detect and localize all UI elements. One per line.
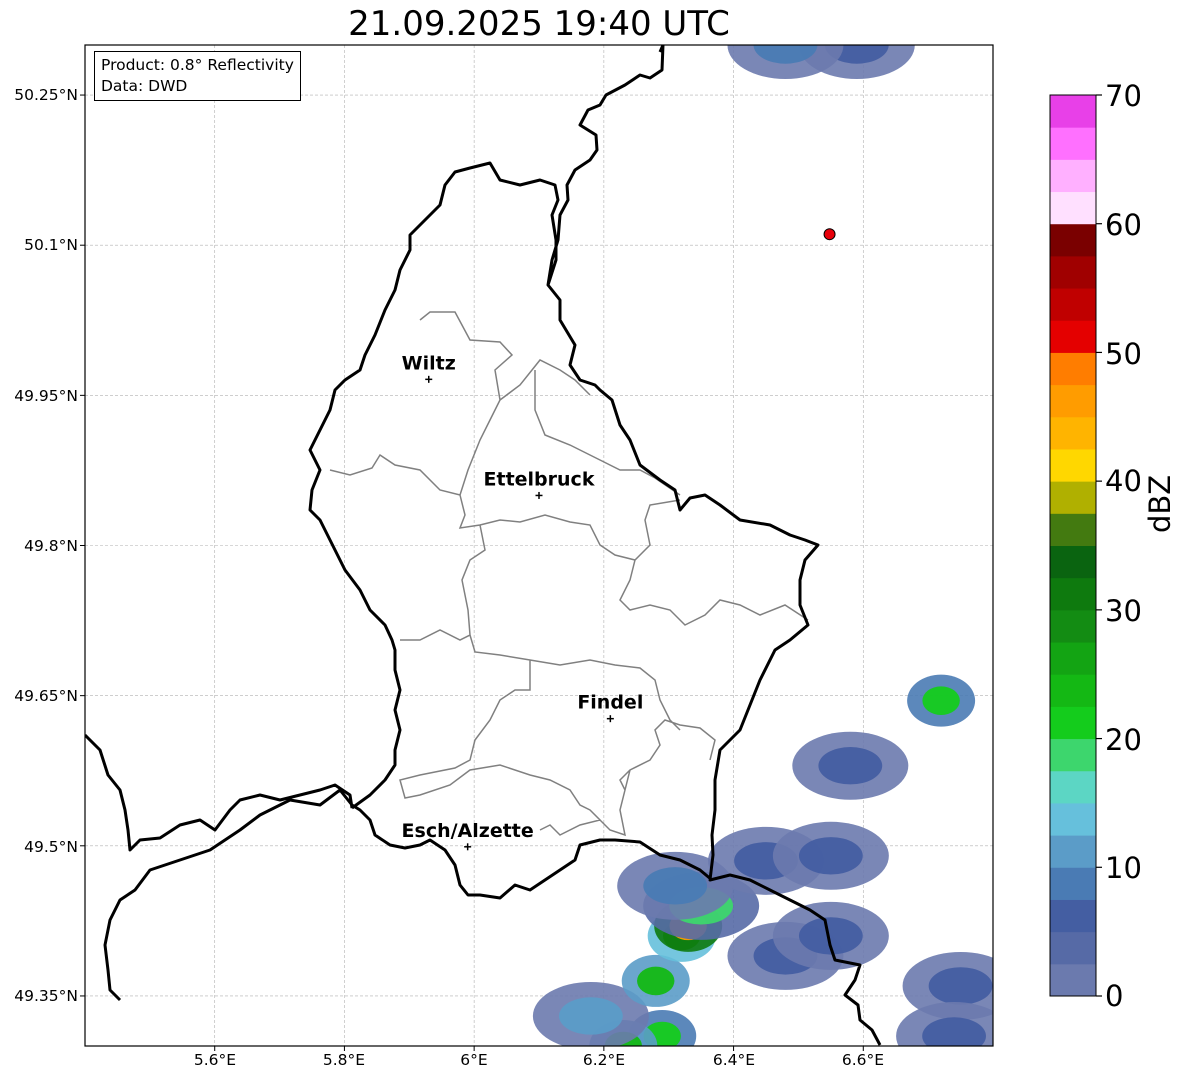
colorbar-segment (1050, 577, 1096, 611)
colorbar-tick-label: 70 (1105, 79, 1142, 113)
lat-tick-label: 49.35°N (14, 987, 78, 1005)
lon-tick-label: 6.4°E (712, 1051, 756, 1069)
radar-echo-core (928, 967, 993, 1005)
colorbar-tick-label: 40 (1105, 464, 1142, 498)
colorbar-segment (1050, 802, 1096, 836)
colorbar-segment (1050, 255, 1096, 289)
colorbar-segment (1050, 288, 1096, 321)
lon-tick-label: 5.8°E (322, 1051, 366, 1069)
colorbar-segment (1050, 223, 1096, 257)
lon-tick-label: 5.6°E (193, 1051, 237, 1069)
city-label: Wiltz (402, 352, 456, 374)
colorbar-segment (1050, 352, 1096, 386)
lon-tick-label: 6.6°E (841, 1051, 885, 1069)
radar-echo-core (818, 747, 883, 785)
city-label: Esch/Alzette (402, 820, 534, 842)
lat-tick-label: 50.25°N (14, 86, 78, 104)
colorbar-segment (1050, 931, 1096, 965)
data-source-text: Data: DWD (101, 77, 188, 95)
radar-echo-core (558, 997, 623, 1035)
lat-tick-label: 49.65°N (14, 687, 78, 705)
colorbar-segment (1050, 320, 1096, 353)
colorbar-segment (1050, 513, 1096, 546)
colorbar-segment (1050, 609, 1096, 643)
colorbar-segment (1050, 867, 1096, 900)
colorbar-segment (1050, 738, 1096, 772)
radar-echoes (532, 45, 993, 1046)
radar-echo-core (922, 1017, 986, 1046)
colorbar-segment (1050, 963, 1096, 997)
colorbar-segment (1050, 642, 1096, 675)
lat-tick-label: 49.5°N (24, 838, 78, 856)
colorbar-tick-label: 30 (1105, 594, 1142, 628)
colorbar-tick-label: 10 (1105, 851, 1142, 885)
radar-site-marker (823, 228, 836, 241)
colorbar-segment (1050, 95, 1096, 128)
colorbar-segment (1050, 770, 1096, 804)
city-label: Ettelbruck (484, 468, 595, 490)
canton-borders (329, 311, 809, 837)
radar-echo-core (643, 867, 708, 905)
product-text: Product: 0.8° Reflectivity (101, 56, 294, 74)
lat-tick-label: 49.95°N (14, 387, 78, 405)
radar-echo-core (922, 686, 960, 715)
colorbar-segment (1050, 674, 1096, 707)
colorbar-segment (1050, 384, 1096, 418)
lat-tick-label: 49.8°N (24, 537, 78, 555)
colorbar-segment (1050, 899, 1096, 933)
colorbar-label: dBZ (1143, 474, 1177, 533)
radar-echo-core (798, 837, 863, 875)
city-markers: Wiltz Ettelbruck Findel Esch/Alzette (402, 352, 643, 851)
colorbar-segment (1050, 127, 1096, 160)
colorbar (1049, 94, 1102, 997)
lon-tick-label: 6°E (460, 1051, 488, 1069)
city-label: Findel (577, 692, 643, 714)
colorbar-segment (1050, 448, 1096, 482)
country-borders (85, 45, 882, 1046)
colorbar-segment (1050, 416, 1096, 450)
lon-tick-label: 6.2°E (582, 1051, 626, 1069)
colorbar-tick-label: 60 (1105, 208, 1142, 242)
colorbar-segment (1050, 835, 1096, 868)
colorbar-segment (1050, 191, 1096, 225)
colorbar-tick-label: 0 (1105, 979, 1124, 1013)
colorbar-tick-label: 20 (1105, 723, 1142, 757)
lat-tick-label: 50.1°N (24, 236, 78, 254)
radar-map: Wiltz Ettelbruck Findel Esch/Alzette (80, 44, 1102, 1051)
gridlines (85, 45, 993, 1046)
product-info-box: Product: 0.8° Reflectivity Data: DWD (94, 51, 301, 101)
radar-echo-core (637, 966, 675, 996)
colorbar-tick-label: 50 (1105, 337, 1142, 371)
colorbar-segment (1050, 706, 1096, 740)
colorbar-segment (1050, 159, 1096, 193)
colorbar-segment (1050, 481, 1096, 514)
colorbar-segment (1050, 545, 1096, 579)
